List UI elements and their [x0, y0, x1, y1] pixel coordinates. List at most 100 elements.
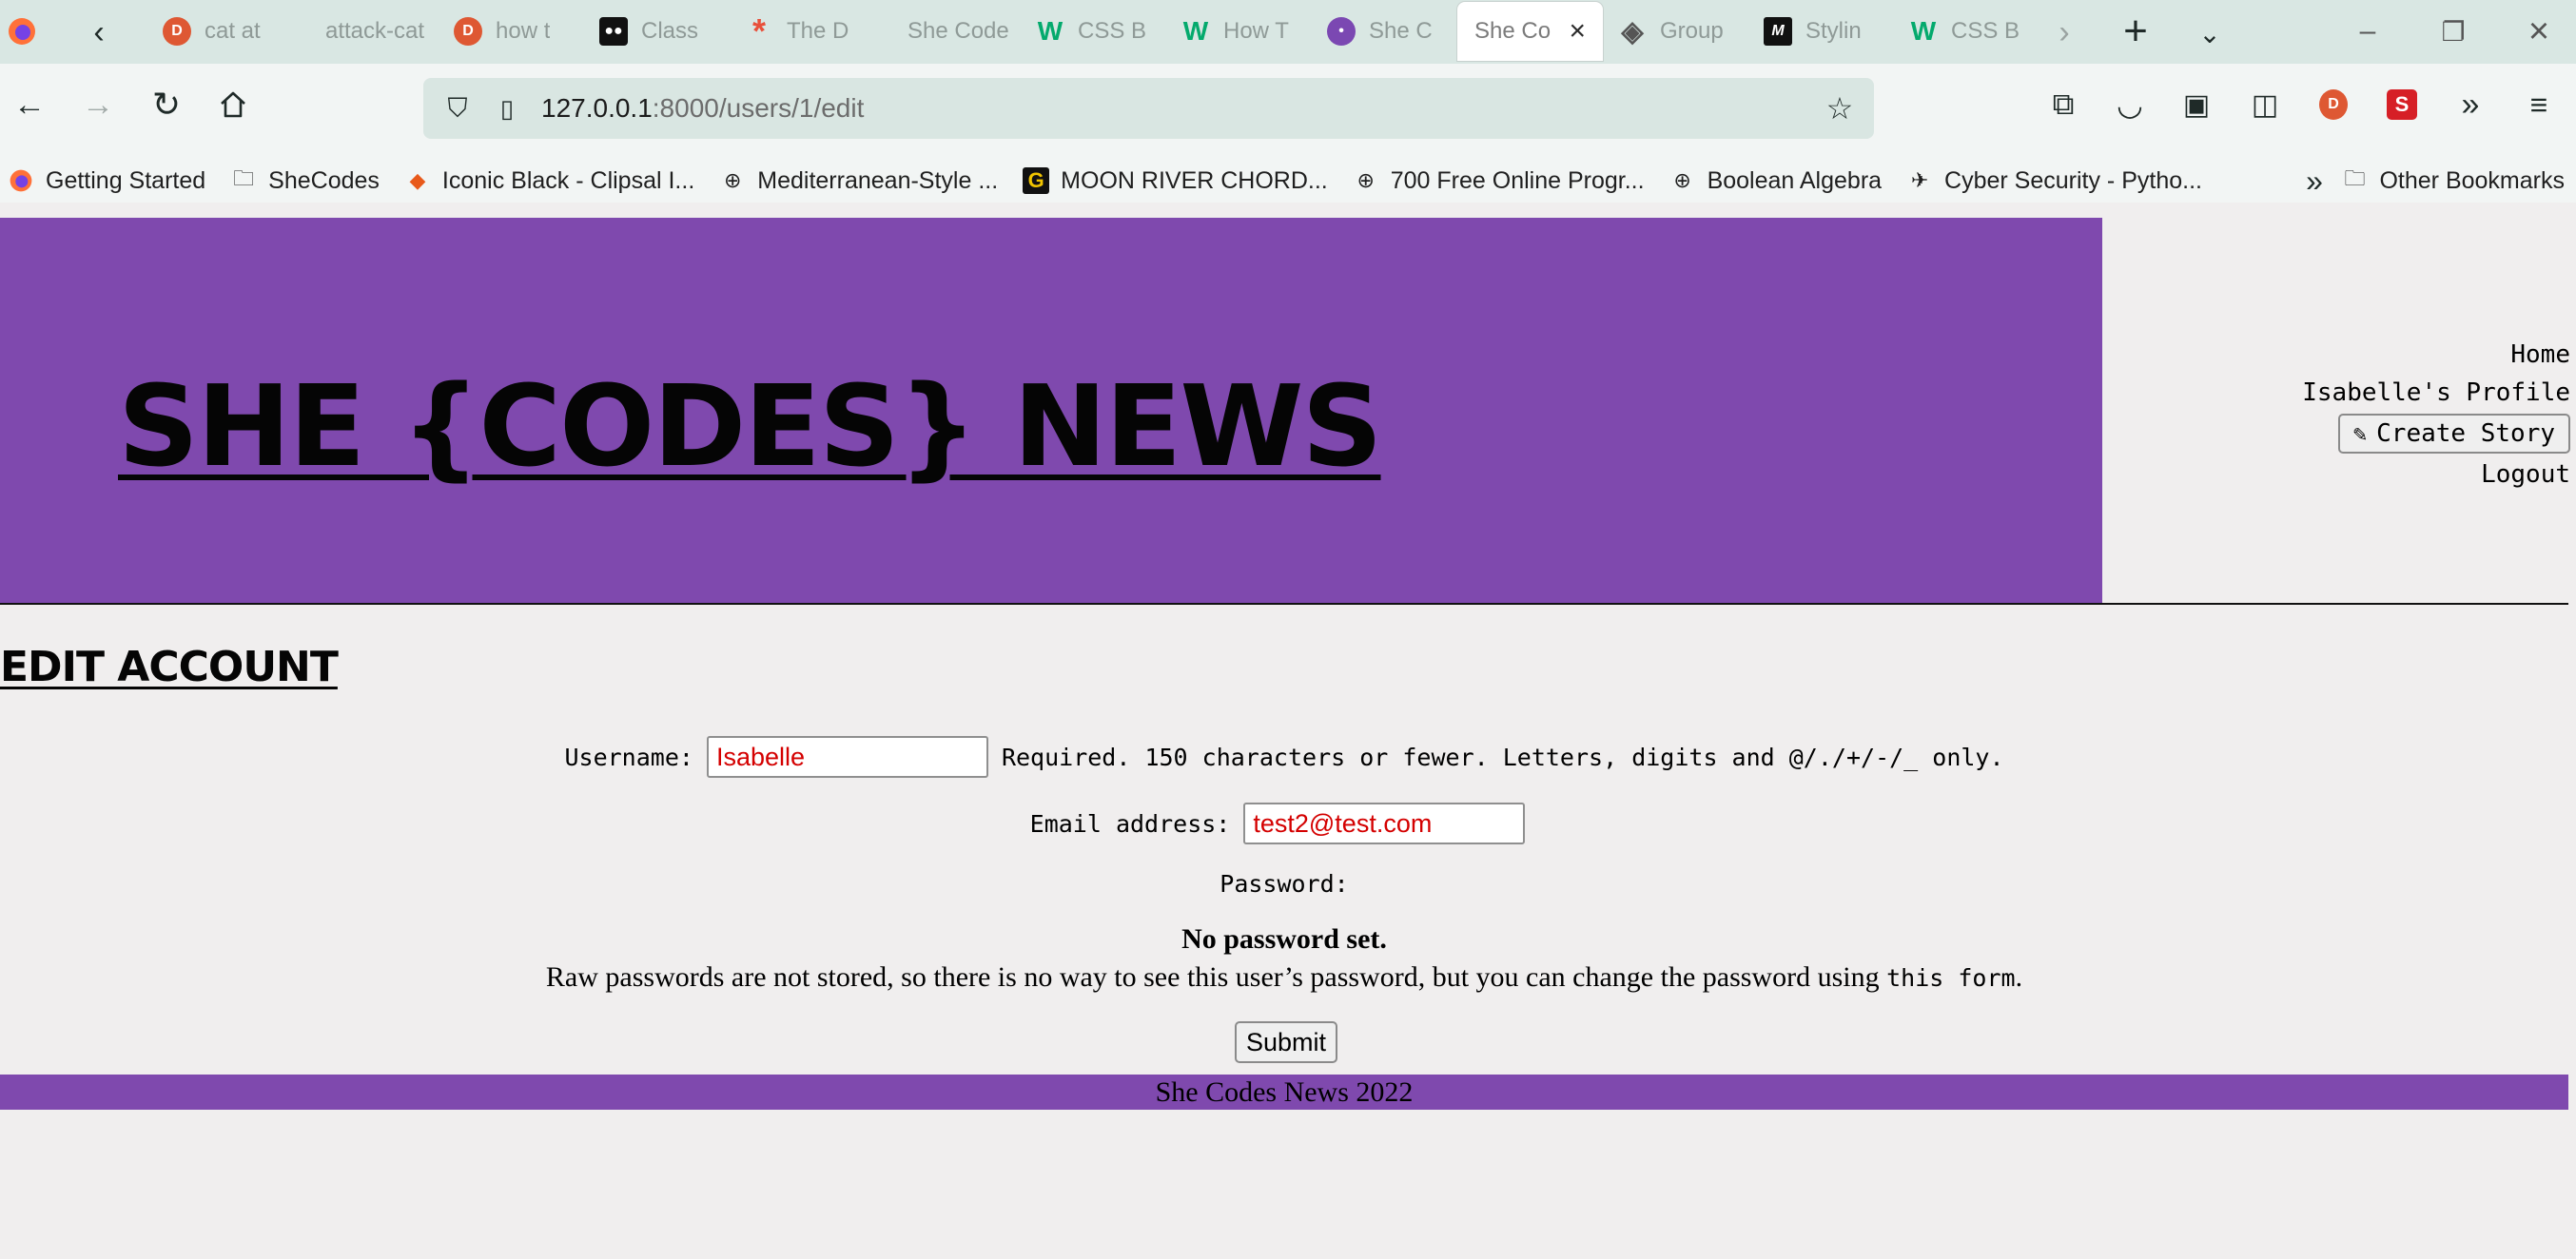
page-title: EDIT ACCOUNT — [0, 643, 339, 691]
site-header-banner: SHE {CODES} NEWS — [0, 218, 2102, 603]
tab[interactable]: ●● Class — [584, 2, 730, 61]
tab-title: She C — [1369, 18, 1433, 44]
bookmark-item[interactable]: G MOON RIVER CHORD... — [1023, 167, 1328, 195]
bookmark-label: Boolean Algebra — [1707, 166, 1883, 194]
bookmark-item[interactable]: Getting Started — [8, 167, 205, 195]
nav-link-home[interactable]: Home — [2190, 336, 2570, 374]
globe-icon: ⊕ — [1673, 168, 1691, 192]
bookmark-label: Mediterranean-Style ... — [757, 166, 999, 194]
username-row: Username: Isabelle Required. 150 charact… — [0, 735, 2568, 779]
folder-icon: 🗀 — [233, 166, 255, 190]
bookmark-item[interactable]: ✈ Cyber Security - Pytho... — [1906, 167, 2202, 195]
bookmark-folder[interactable]: 🗀 SheCodes — [230, 166, 380, 195]
list-tabs-icon[interactable]: ⌄ — [2188, 11, 2232, 55]
close-tab-icon[interactable]: × — [1569, 15, 1586, 48]
create-story-label: Create Story — [2376, 419, 2555, 448]
shecodes-icon: • — [1327, 17, 1356, 46]
more-tools-icon[interactable]: » — [2449, 83, 2492, 126]
new-tab-icon[interactable]: + — [2114, 8, 2157, 54]
tab-active[interactable]: She Co × — [1457, 2, 1603, 61]
back-icon[interactable]: ← — [8, 83, 51, 126]
tab[interactable]: D cat at — [147, 2, 293, 61]
bookmark-item[interactable]: ◆ Iconic Black - Clipsal I... — [404, 167, 694, 195]
other-bookmarks-folder[interactable]: 🗀 Other Bookmarks — [2341, 159, 2565, 203]
tab-scroll-right-icon[interactable]: › — [2045, 13, 2083, 51]
bookmark-item[interactable]: ⊕ Mediterranean-Style ... — [719, 167, 998, 195]
tab-title: attack-cat — [325, 18, 425, 44]
firefox-menu-icon[interactable] — [6, 15, 38, 48]
tab-scroll-left-icon[interactable]: ‹ — [80, 13, 118, 51]
change-password-link[interactable]: this form — [1886, 964, 2015, 992]
close-window-icon[interactable]: × — [2517, 10, 2561, 53]
create-story-button[interactable]: ✎ Create Story — [2337, 414, 2570, 454]
url-path: :8000/users/1/edit — [652, 93, 865, 123]
email-label: Email address: — [1029, 809, 1231, 838]
tab[interactable]: attack-cat — [293, 2, 439, 61]
address-bar[interactable]: ⛉ ▯ 127.0.0.1:8000/users/1/edit ☆ — [423, 78, 1874, 139]
site-title[interactable]: SHE {CODES} NEWS — [118, 360, 1382, 492]
s-extension-icon[interactable]: S — [2380, 83, 2424, 126]
home-icon[interactable] — [211, 83, 255, 126]
tab[interactable]: D how t — [439, 2, 584, 61]
reader-sidebar-icon[interactable]: ◫ — [2243, 83, 2287, 126]
password-note-text: Raw passwords are not stored, so there i… — [545, 961, 1887, 993]
page-info-icon[interactable]: ▯ — [486, 87, 528, 129]
bookmark-item[interactable]: ⊕ Boolean Algebra — [1669, 167, 1882, 195]
password-label: Password: — [1220, 869, 1349, 898]
asterisk-icon: * — [751, 11, 766, 50]
tab[interactable]: ◈ Group — [1603, 2, 1748, 61]
password-note-end: . — [2015, 961, 2023, 993]
duckduckgo-icon: D — [163, 17, 191, 46]
tab[interactable]: She Code — [875, 2, 1021, 61]
submit-button[interactable]: Submit — [1235, 1021, 1338, 1063]
restore-icon[interactable]: ❐ — [2431, 10, 2475, 53]
duckduckgo-icon: D — [454, 17, 482, 46]
w3schools-icon: W — [1182, 16, 1209, 46]
tab-title: How T — [1223, 18, 1289, 44]
menu-icon[interactable]: ≡ — [2517, 83, 2561, 126]
cyber-icon: ✈ — [1910, 168, 1929, 192]
tab[interactable]: W CSS B — [1894, 2, 2039, 61]
duckduckgo-extension-icon[interactable]: D — [2312, 83, 2355, 126]
more-bookmarks-icon[interactable]: » — [2294, 161, 2334, 201]
bookmark-label: Cyber Security - Pytho... — [1944, 166, 2202, 194]
tab[interactable]: * The D — [730, 2, 875, 61]
pocket-icon[interactable]: ◡ — [2108, 83, 2152, 126]
clipsal-icon: ◆ — [409, 168, 426, 192]
minimize-icon[interactable]: – — [2346, 10, 2390, 53]
globe-icon: ⊕ — [724, 168, 742, 192]
bookmark-label: SheCodes — [268, 166, 380, 194]
tab-bar: ‹ D cat at attack-cat D how t ●● Class *… — [0, 0, 2576, 64]
nav-link-logout[interactable]: Logout — [2190, 455, 2570, 494]
reload-icon[interactable]: ↻ — [145, 83, 188, 126]
password-note: Raw passwords are not stored, so there i… — [0, 961, 2568, 994]
folder-icon: 🗀 — [2344, 166, 2366, 190]
edit-icon: ✎ — [2352, 420, 2368, 447]
forward-icon[interactable]: → — [76, 83, 120, 126]
email-row: Email address: test2@test.com — [0, 802, 2568, 845]
email-input[interactable]: test2@test.com — [1243, 803, 1526, 844]
tab[interactable]: W How T — [1166, 2, 1312, 61]
g-icon: G — [1023, 167, 1050, 194]
tab[interactable]: • She C — [1312, 2, 1457, 61]
bookmark-item[interactable]: ⊕ 700 Free Online Progr... — [1353, 167, 1645, 195]
nav-link-profile[interactable]: Isabelle's Profile — [2190, 374, 2570, 412]
tab[interactable]: M Stylin — [1748, 2, 1894, 61]
tab-title: cat at — [205, 18, 261, 44]
medium-icon: ●● — [599, 17, 628, 46]
tab[interactable]: W CSS B — [1021, 2, 1166, 61]
bookmark-label: Other Bookmarks — [2379, 166, 2565, 194]
firefox-icon — [8, 167, 34, 194]
downloads-icon[interactable]: ▣ — [2175, 83, 2218, 126]
group-icon: ◈ — [1621, 15, 1644, 48]
tracking-protection-icon[interactable]: ⛉ — [437, 87, 478, 129]
tab-strip: D cat at attack-cat D how t ●● Class * T… — [147, 0, 2039, 64]
username-input[interactable]: Isabelle — [706, 736, 988, 778]
w3schools-icon: W — [1910, 16, 1937, 46]
bookmark-star-icon[interactable]: ☆ — [1819, 87, 1861, 129]
tab-title: She Code — [907, 18, 1009, 44]
tab-title: CSS B — [1951, 18, 2020, 44]
extensions-icon[interactable]: ⧉ — [2041, 83, 2085, 126]
password-info: No password set. Raw passwords are not s… — [0, 923, 2568, 994]
username-helptext: Required. 150 characters or fewer. Lette… — [1001, 743, 2004, 771]
